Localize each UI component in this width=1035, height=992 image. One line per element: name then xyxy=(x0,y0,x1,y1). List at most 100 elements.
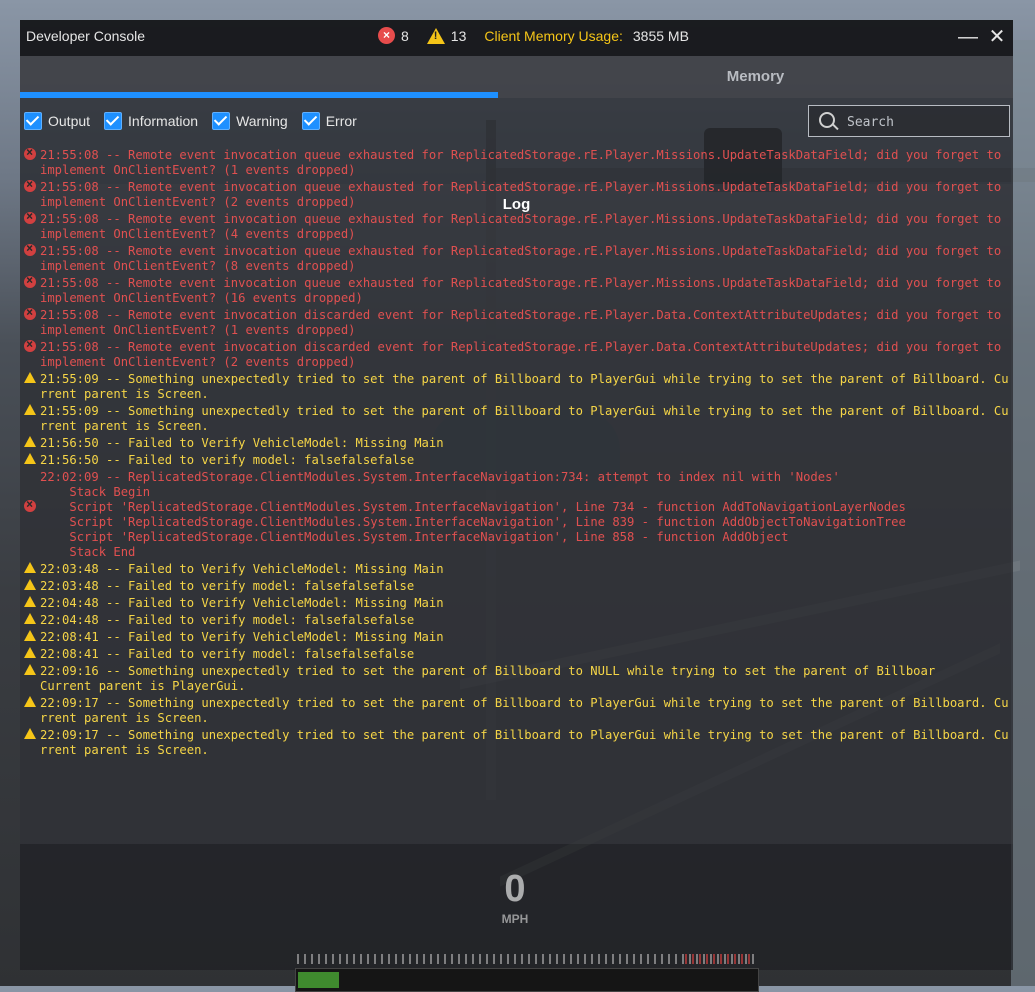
log-entry: 22:09:17 -- Something unexpectedly tried… xyxy=(20,728,1013,758)
background-wall xyxy=(1011,40,1035,986)
log-text: 22:04:48 -- Failed to Verify VehicleMode… xyxy=(40,596,444,610)
log-text: 22:09:16 -- Something unexpectedly tried… xyxy=(40,664,936,693)
rpm-redline xyxy=(685,954,755,964)
error-icon xyxy=(24,209,36,224)
error-icon xyxy=(24,148,36,160)
log-entry: 21:55:08 -- Remote event invocation queu… xyxy=(20,177,1013,210)
error-count: 8 xyxy=(401,27,409,44)
tab-memory[interactable]: Memory xyxy=(498,56,1013,98)
log-text: 21:56:50 -- Failed to verify model: fals… xyxy=(40,453,415,467)
log-text: 21:55:08 -- Remote event invocation queu… xyxy=(40,148,1009,177)
log-text: 21:55:08 -- Remote event invocation queu… xyxy=(40,180,1009,209)
throttle-bar xyxy=(295,968,759,992)
log-entry: 21:55:08 -- Remote event invocation queu… xyxy=(20,273,1013,306)
warning-icon xyxy=(24,728,36,739)
error-icon xyxy=(24,497,36,512)
error-icon: × xyxy=(378,27,395,44)
error-icon xyxy=(24,177,36,192)
filter-label: Output xyxy=(48,113,91,129)
filter-label: Warning xyxy=(236,113,288,129)
memory-label: Client Memory Usage: xyxy=(484,27,623,44)
memory-value: 3855 MB xyxy=(632,27,689,44)
warning-icon xyxy=(24,647,36,658)
log-entry: 22:04:48 -- Failed to Verify VehicleMode… xyxy=(20,596,1013,611)
log-text: 21:55:08 -- Remote event invocation disc… xyxy=(40,340,1009,369)
warning-icon xyxy=(426,27,445,44)
developer-console: Developer Console × 8 13 Client Memory U… xyxy=(20,20,1013,992)
error-icon xyxy=(24,305,36,320)
search-icon xyxy=(819,112,835,128)
log-entry: 21:55:09 -- Something unexpectedly tried… xyxy=(20,372,1013,402)
log-text: 22:09:17 -- Something unexpectedly tried… xyxy=(40,696,1009,725)
filter-label: Information xyxy=(128,113,199,129)
log-entry: 22:02:09 -- ReplicatedStorage.ClientModu… xyxy=(20,470,1013,560)
log-text: 21:56:50 -- Failed to Verify VehicleMode… xyxy=(40,436,444,450)
log-entry: 21:55:08 -- Remote event invocation queu… xyxy=(20,148,1013,178)
warning-count: 13 xyxy=(450,27,467,44)
warning-icon xyxy=(24,436,36,447)
filter-information[interactable]: Information xyxy=(104,112,198,130)
log-entry: 22:04:48 -- Failed to verify model: fals… xyxy=(20,613,1013,628)
speedometer: 0 MPH xyxy=(275,868,759,992)
log-text: 22:03:48 -- Failed to verify model: fals… xyxy=(40,579,415,593)
speed-unit: MPH xyxy=(501,912,529,926)
checkbox-checked-icon[interactable] xyxy=(24,112,42,130)
warning-icon xyxy=(24,596,36,607)
warning-icon xyxy=(24,664,36,675)
log-text: 21:55:08 -- Remote event invocation disc… xyxy=(40,308,1009,337)
log-entry: 22:08:41 -- Failed to verify model: fals… xyxy=(20,647,1013,662)
error-icon xyxy=(24,241,36,256)
filter-error[interactable]: Error xyxy=(301,112,357,130)
log-entry: 22:08:41 -- Failed to Verify VehicleMode… xyxy=(20,630,1013,645)
filter-output[interactable]: Output xyxy=(24,112,90,130)
log-entry: 22:03:48 -- Failed to Verify VehicleMode… xyxy=(20,562,1013,577)
log-text: 22:09:17 -- Something unexpectedly tried… xyxy=(40,728,1009,757)
log-entry: 21:55:08 -- Remote event invocation disc… xyxy=(20,305,1013,338)
log-entry: 21:55:08 -- Remote event invocation queu… xyxy=(20,241,1013,274)
log-entry: 22:09:17 -- Something unexpectedly tried… xyxy=(20,696,1013,726)
log-entry: 21:55:08 -- Remote event invocation disc… xyxy=(20,337,1013,370)
warning-icon xyxy=(24,372,36,383)
error-icon xyxy=(24,273,36,288)
log-entry: 22:09:16 -- Something unexpectedly tried… xyxy=(20,664,1013,694)
filter-warning[interactable]: Warning xyxy=(212,112,288,130)
log-text: 22:08:41 -- Failed to Verify VehicleMode… xyxy=(40,630,444,644)
warning-icon xyxy=(24,613,36,624)
log-entry: 21:56:50 -- Failed to Verify VehicleMode… xyxy=(20,436,1013,451)
checkbox-checked-icon[interactable] xyxy=(104,112,123,130)
warning-icon xyxy=(24,630,36,641)
log-text: 21:55:08 -- Remote event invocation queu… xyxy=(40,276,1009,305)
rpm-ticks xyxy=(297,954,755,964)
warning-icon xyxy=(24,696,36,707)
search-input[interactable] xyxy=(845,110,1004,134)
log-text: 21:55:09 -- Something unexpectedly tried… xyxy=(40,372,1009,401)
speed-value: 0 xyxy=(504,868,526,910)
log-text: 21:55:08 -- Remote event invocation queu… xyxy=(40,212,1009,241)
warning-icon xyxy=(24,562,36,573)
log-text: 21:55:08 -- Remote event invocation queu… xyxy=(40,244,1009,273)
log-text: 22:08:41 -- Failed to verify model: fals… xyxy=(40,647,415,661)
error-icon xyxy=(24,337,36,352)
log-filters: Output Information Warning Error xyxy=(24,112,357,130)
console-titlebar[interactable]: Developer Console × 8 13 Client Memory U… xyxy=(20,20,1013,56)
warning-icon xyxy=(24,579,36,590)
checkbox-checked-icon[interactable] xyxy=(212,112,231,130)
log-entry: 21:55:09 -- Something unexpectedly tried… xyxy=(20,404,1013,434)
checkbox-checked-icon[interactable] xyxy=(301,112,320,130)
console-title: Developer Console xyxy=(26,28,146,44)
search-box[interactable] xyxy=(808,105,1010,137)
log-text: 22:04:48 -- Failed to verify model: fals… xyxy=(40,613,415,627)
log-entry: 21:56:50 -- Failed to verify model: fals… xyxy=(20,453,1013,468)
log-list[interactable]: 21:55:08 -- Remote event invocation queu… xyxy=(20,148,1013,808)
log-text: 22:02:09 -- ReplicatedStorage.ClientModu… xyxy=(40,470,906,559)
warning-icon xyxy=(24,453,36,464)
log-entry: 22:03:48 -- Failed to verify model: fals… xyxy=(20,579,1013,594)
log-text: 21:55:09 -- Something unexpectedly tried… xyxy=(40,404,1009,433)
log-entry: 21:55:08 -- Remote event invocation queu… xyxy=(20,209,1013,242)
minimize-button[interactable]: — xyxy=(957,26,979,48)
log-text: 22:03:48 -- Failed to Verify VehicleMode… xyxy=(40,562,444,576)
console-stats: × 8 13 Client Memory Usage: 3855 MB xyxy=(378,27,689,44)
close-button[interactable]: ✕ xyxy=(986,26,1008,48)
filter-label: Error xyxy=(325,113,357,129)
warning-icon xyxy=(24,404,36,415)
